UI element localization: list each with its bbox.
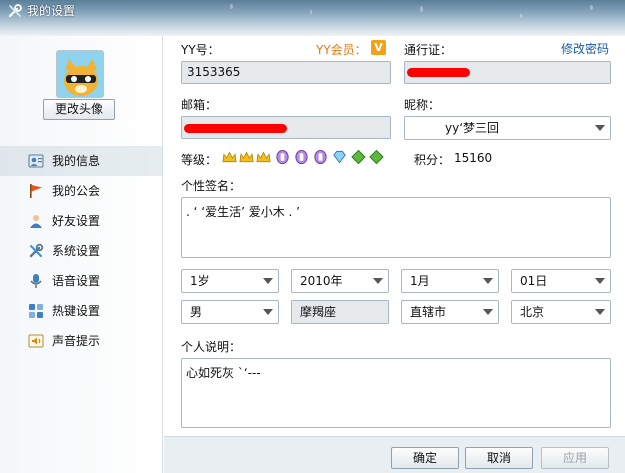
sidebar-nav: 我的信息 我的公会 好友设置 系统设置 语音设置 热键设置 声音提示 xyxy=(0,146,162,356)
city-select[interactable]: 北京 xyxy=(511,300,611,324)
chevron-down-icon xyxy=(483,278,493,284)
birth-month-value: 1月 xyxy=(410,274,430,288)
rain-drop-decoration xyxy=(420,6,423,12)
sidebar-item-friend-settings[interactable]: 好友设置 xyxy=(0,206,162,236)
yy-number-field: 3153365 xyxy=(181,61,391,84)
my-info-panel: YY号： YY会员： V 通行证： 修改密码 3153365 邮箱： 昵称： y… xyxy=(164,36,625,436)
sidebar-item-my-info[interactable]: 我的信息 xyxy=(0,146,162,176)
points-value: 15160 xyxy=(454,151,493,165)
province-value: 直辖市 xyxy=(410,305,447,319)
sound-icon xyxy=(28,334,44,348)
nickname-value: yy‘梦三回 xyxy=(445,121,500,135)
window-title: 我的设置 xyxy=(27,4,76,18)
redaction-mark xyxy=(407,68,470,77)
shield-badge-icon xyxy=(295,149,308,165)
user-card-icon xyxy=(28,154,44,168)
chevron-down-icon xyxy=(595,278,605,284)
signature-label: 个性签名： xyxy=(181,179,242,193)
apply-button[interactable]: 应用 xyxy=(541,447,609,469)
zodiac-value: 摩羯座 xyxy=(300,305,337,319)
gender-value: 男 xyxy=(190,305,203,319)
birth-year-value: 2010年 xyxy=(300,274,343,288)
shield-badge-icon xyxy=(314,149,327,165)
sidebar-item-hotkey-settings[interactable]: 热键设置 xyxy=(0,296,162,326)
sidebar: 更改头像 我的信息 我的公会 好友设置 系统设置 语音设置 热键设置 声音提示 xyxy=(0,36,163,473)
sidebar-item-sound-alerts[interactable]: 声音提示 xyxy=(0,326,162,356)
birth-day-select[interactable]: 01日 xyxy=(511,269,611,293)
title-bar[interactable]: 我的设置 xyxy=(0,0,625,36)
chevron-down-icon xyxy=(263,278,273,284)
zodiac-field: 摩羯座 xyxy=(291,300,389,324)
nickname-field[interactable]: yy‘梦三回 xyxy=(404,116,611,140)
chevron-down-icon xyxy=(263,309,273,315)
chevron-down-icon xyxy=(373,278,383,284)
hotkey-icon xyxy=(29,304,43,318)
sidebar-item-label: 系统设置 xyxy=(52,244,101,258)
rain-drop-decoration xyxy=(230,4,233,9)
vip-badge-icon[interactable]: V xyxy=(371,40,386,55)
bio-input[interactable]: 心如死灰 `‘--- xyxy=(181,358,611,428)
nickname-label: 昵称： xyxy=(404,98,441,112)
age-value: 1岁 xyxy=(190,274,210,288)
friend-icon xyxy=(30,215,42,228)
dialog-footer: 确定 取消 应用 xyxy=(164,436,625,473)
chevron-down-icon xyxy=(595,125,605,131)
signature-input[interactable]: . ‘ ‘爱生活’ 爱小木 . ’ xyxy=(181,197,611,258)
change-password-link[interactable]: 修改密码 xyxy=(561,40,609,57)
rain-drop-decoration xyxy=(590,5,593,10)
sidebar-item-label: 好友设置 xyxy=(52,214,101,228)
sidebar-item-label: 我的信息 xyxy=(52,154,101,168)
bio-label: 个人说明： xyxy=(181,340,242,354)
crown-icon xyxy=(239,151,254,163)
crown-icon xyxy=(222,151,237,163)
flag-icon xyxy=(30,184,42,198)
birth-day-value: 01日 xyxy=(520,274,548,288)
chevron-down-icon xyxy=(483,309,493,315)
city-value: 北京 xyxy=(520,305,545,319)
leaf-icon xyxy=(351,149,366,165)
shield-badge-icon xyxy=(276,149,289,165)
ok-button[interactable]: 确定 xyxy=(391,447,459,469)
level-label: 等级： xyxy=(181,153,218,167)
sidebar-item-label: 热键设置 xyxy=(52,304,101,318)
rain-drop-decoration xyxy=(520,14,522,18)
sidebar-item-label: 语音设置 xyxy=(52,274,101,288)
microphone-icon xyxy=(30,274,42,288)
sidebar-item-system-settings[interactable]: 系统设置 xyxy=(0,236,162,266)
change-avatar-button[interactable]: 更改头像 xyxy=(43,99,115,120)
sidebar-item-label: 我的公会 xyxy=(52,184,101,198)
email-field xyxy=(181,116,391,139)
tools-icon xyxy=(29,243,44,258)
age-select[interactable]: 1岁 xyxy=(181,269,279,293)
email-label: 邮箱： xyxy=(181,98,218,112)
avatar[interactable] xyxy=(56,50,104,98)
sidebar-item-my-guild[interactable]: 我的公会 xyxy=(0,176,162,206)
birth-year-select[interactable]: 2010年 xyxy=(291,269,389,293)
diamond-icon xyxy=(333,150,346,164)
vip-label: YY会员： xyxy=(316,43,367,57)
province-select[interactable]: 直辖市 xyxy=(401,300,499,324)
leaf-icon xyxy=(369,149,384,165)
points-label: 积分： xyxy=(414,153,451,167)
gender-select[interactable]: 男 xyxy=(181,300,279,324)
avatar-image xyxy=(57,51,103,97)
wrench-icon xyxy=(8,4,22,18)
cancel-button[interactable]: 取消 xyxy=(465,447,533,469)
sidebar-item-label: 声音提示 xyxy=(52,334,101,348)
chevron-down-icon xyxy=(595,309,605,315)
passport-label: 通行证： xyxy=(404,43,453,57)
passport-field xyxy=(404,61,611,84)
crown-icon xyxy=(256,151,271,163)
sidebar-item-voice-settings[interactable]: 语音设置 xyxy=(0,266,162,296)
rain-drop-decoration xyxy=(310,10,312,14)
birth-month-select[interactable]: 1月 xyxy=(401,269,499,293)
yy-number-label: YY号： xyxy=(181,43,220,57)
redaction-mark xyxy=(184,124,287,133)
